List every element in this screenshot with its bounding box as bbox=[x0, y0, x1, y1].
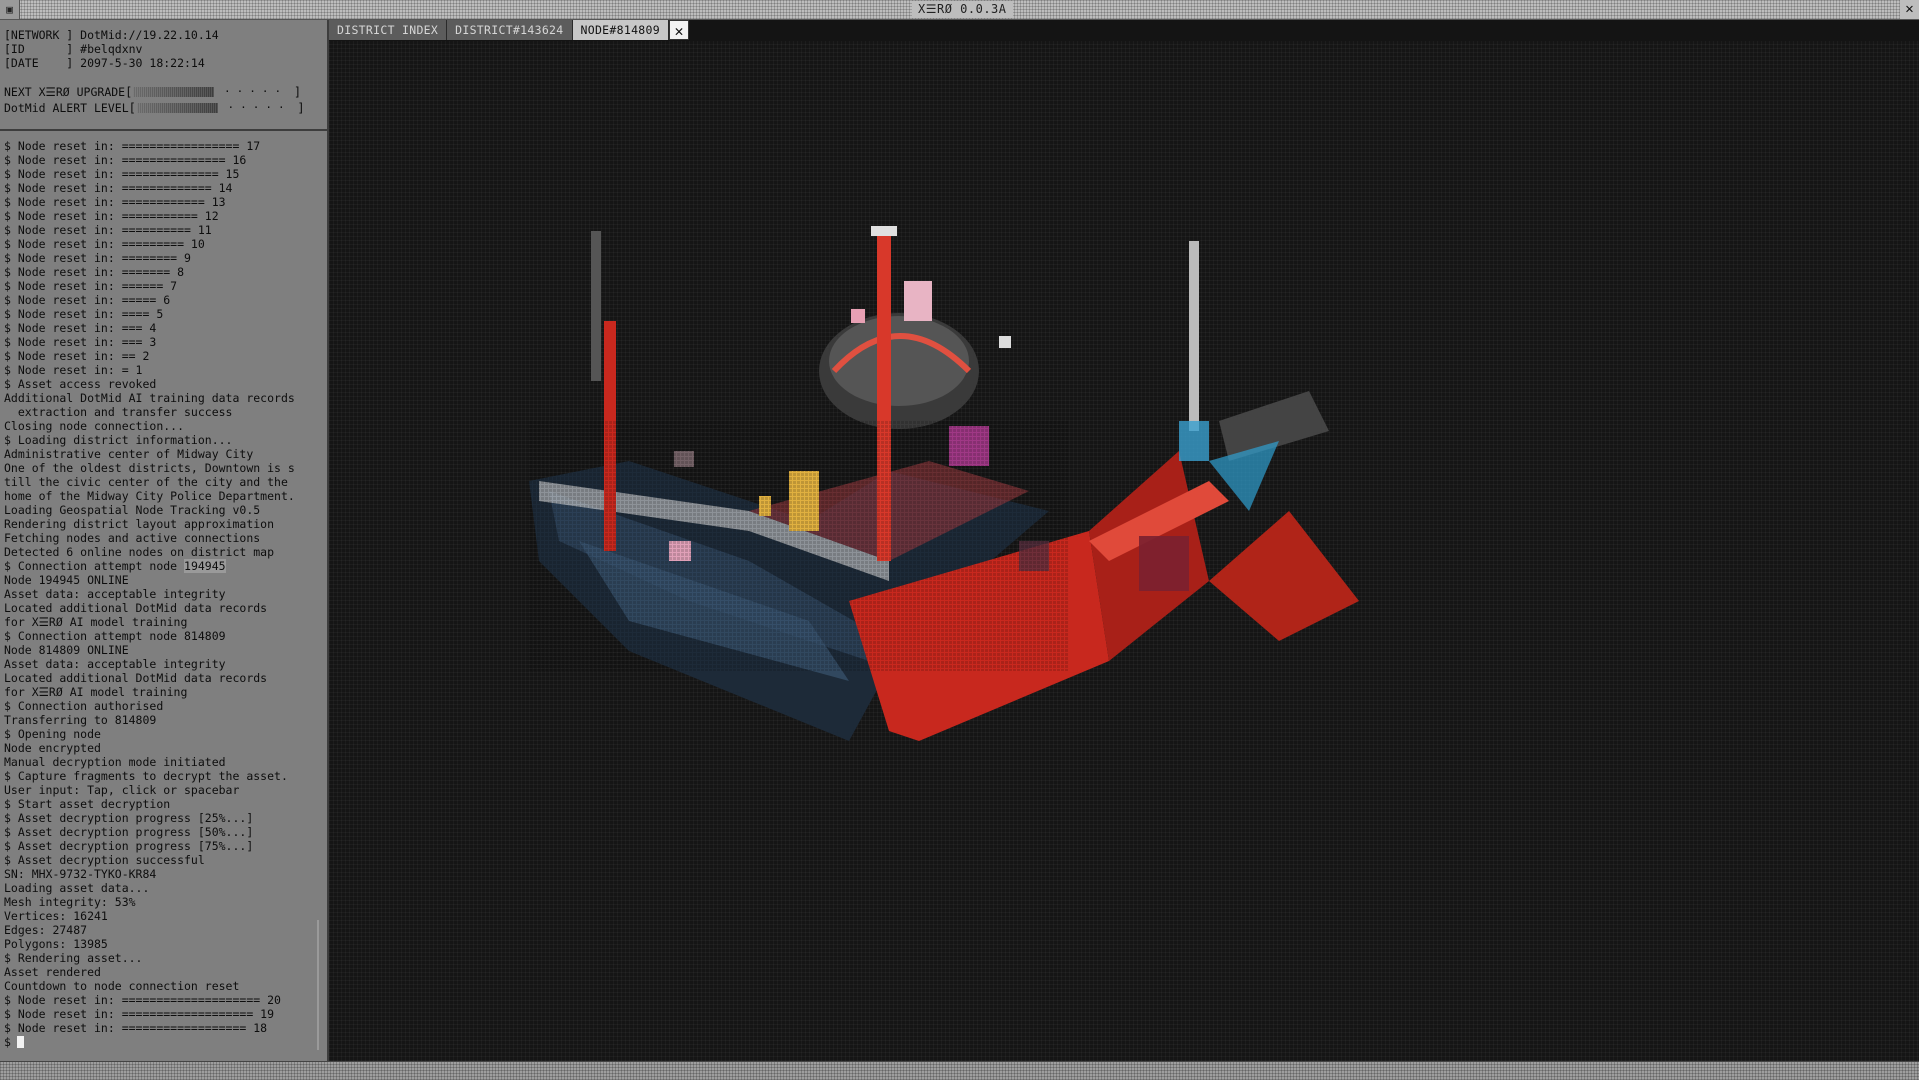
command-prompt[interactable]: $ bbox=[4, 1035, 327, 1049]
log-line: User input: Tap, click or spacebar bbox=[4, 783, 240, 797]
tab-node-814809[interactable]: NODE#814809 bbox=[572, 20, 669, 40]
log-line: Node 194945 ONLINE bbox=[4, 573, 129, 587]
alert-level-fill bbox=[136, 103, 218, 113]
date-readout: [DATE ] 2097-5-30 18:22:14 bbox=[4, 56, 205, 70]
log-line: Countdown to node connection reset bbox=[4, 979, 240, 993]
network-readout: [NETWORK ] DotMid://19.22.10.14 bbox=[4, 28, 219, 42]
log-line: $ Node reset in: ========== 11 bbox=[4, 223, 212, 237]
app-title: X☰RØ 0.0.3A bbox=[912, 1, 1013, 18]
log-line: $ Asset access revoked bbox=[4, 377, 157, 391]
title-bar: ▣ X☰RØ 0.0.3A ✕ bbox=[0, 0, 1919, 20]
log-line: $ Node reset in: ========= 10 bbox=[4, 237, 205, 251]
log-line: $ Asset decryption progress [50%...] bbox=[4, 825, 254, 839]
tab-district-index[interactable]: DISTRICT INDEX bbox=[329, 20, 448, 40]
log-line: Polygons: 13985 bbox=[4, 937, 108, 951]
log-line: Located additional DotMid data records bbox=[4, 601, 268, 615]
status-footer bbox=[0, 1061, 1919, 1080]
log-line: Edges: 27487 bbox=[4, 923, 88, 937]
log-line: Transferring to 814809 bbox=[4, 713, 157, 727]
log-line: Additional DotMid AI training data recor… bbox=[4, 391, 295, 405]
upgrade-meter-row: NEXT X☰RØ UPGRADE [ ····· ] bbox=[4, 84, 327, 100]
log-line: Loading asset data... bbox=[4, 881, 150, 895]
log-line: Loading Geospatial Node Tracking v0.5 bbox=[4, 503, 261, 517]
log-line: for X☰RØ AI model training bbox=[4, 685, 188, 699]
window-close-icon[interactable]: ✕ bbox=[1900, 0, 1919, 19]
log-line: $ Node reset in: ================== 18 bbox=[4, 1021, 268, 1035]
alert-label: DotMid ALERT LEVEL bbox=[4, 101, 129, 115]
text-cursor bbox=[16, 1036, 24, 1048]
log-line: $ Capture fragments to decrypt the asset… bbox=[4, 769, 288, 783]
log-line: Vertices: 16241 bbox=[4, 909, 108, 923]
close-tab-icon[interactable]: ✕ bbox=[668, 20, 689, 40]
log-line: $ Node reset in: =================== 19 bbox=[4, 1007, 275, 1021]
log-line: Located additional DotMid data records bbox=[4, 671, 268, 685]
terminal-log: $ Node reset in: ================= 17 $ N… bbox=[0, 131, 327, 1049]
log-line: $ Node reset in: ======= 8 bbox=[4, 265, 185, 279]
log-line: for X☰RØ AI model training bbox=[4, 615, 188, 629]
log-line: $ Node reset in: == 2 bbox=[4, 349, 150, 363]
log-line: $ Node reset in: = 1 bbox=[4, 363, 143, 377]
upgrade-progress-bar: [ ····· ] bbox=[125, 85, 302, 99]
log-line: One of the oldest districts, Downtown is… bbox=[4, 461, 295, 475]
building-render bbox=[529, 226, 1359, 741]
log-line: extraction and transfer success bbox=[4, 405, 233, 419]
log-line: $ Node reset in: === 4 bbox=[4, 321, 157, 335]
alert-meter-row: DotMid ALERT LEVEL [ ····· ] bbox=[4, 100, 327, 116]
log-line: $ Node reset in: =========== 12 bbox=[4, 209, 219, 223]
log-line: $ Start asset decryption bbox=[4, 797, 171, 811]
log-line: $ Loading district information... bbox=[4, 433, 233, 447]
log-line: $ Node reset in: ============ 13 bbox=[4, 195, 226, 209]
tab-district-143624[interactable]: DISTRICT#143624 bbox=[447, 20, 573, 40]
log-line: Closing node connection... bbox=[4, 419, 185, 433]
log-line: $ Node reset in: ======== 9 bbox=[4, 251, 191, 265]
log-line: $ Asset decryption progress [25%...] bbox=[4, 811, 254, 825]
log-line: Asset data: acceptable integrity bbox=[4, 587, 226, 601]
log-line: Manual decryption mode initiated bbox=[4, 755, 226, 769]
upgrade-label: NEXT X☰RØ UPGRADE bbox=[4, 85, 126, 99]
session-info: [NETWORK ] DotMid://19.22.10.14 [ID ] #b… bbox=[0, 20, 327, 125]
log-line: $ Asset decryption progress [75%...] bbox=[4, 839, 254, 853]
terminal-sidebar: [NETWORK ] DotMid://19.22.10.14 [ID ] #b… bbox=[0, 20, 329, 1061]
log-line: $ Node reset in: ==================== 20 bbox=[4, 993, 281, 1007]
asset-viewport[interactable] bbox=[329, 41, 1919, 1061]
log-line: $ Connection authorised bbox=[4, 699, 164, 713]
log-line: $ Opening node bbox=[4, 727, 101, 741]
upgrade-progress-fill bbox=[133, 87, 215, 97]
log-line: $ Connection attempt node 814809 bbox=[4, 629, 226, 643]
log-scrollbar[interactable] bbox=[317, 920, 319, 1050]
log-line: Rendering district layout approximation bbox=[4, 517, 275, 531]
log-line: $ Node reset in: ====== 7 bbox=[4, 279, 178, 293]
log-line: Fetching nodes and active connections bbox=[4, 531, 261, 545]
highlighted-node-id[interactable]: 194945 bbox=[184, 559, 226, 573]
log-line: $ Node reset in: ==== 5 bbox=[4, 307, 164, 321]
log-line: SN: MHX-9732-TYKO-KR84 bbox=[4, 867, 157, 881]
log-line: Detected 6 online nodes on district map bbox=[4, 545, 275, 559]
prompt-symbol: $ bbox=[4, 1035, 11, 1049]
alert-level-bar: [ ····· ] bbox=[128, 101, 305, 115]
log-line: Asset rendered bbox=[4, 965, 101, 979]
log-line: $ Node reset in: ===== 6 bbox=[4, 293, 171, 307]
log-line: $ Rendering asset... bbox=[4, 951, 143, 965]
tab-bar: DISTRICT INDEX DISTRICT#143624 NODE#814809… bbox=[329, 20, 689, 41]
log-line: $ Asset decryption successful bbox=[4, 853, 205, 867]
log-line: home of the Midway City Police Departmen… bbox=[4, 489, 295, 503]
log-line: $ Connection attempt node 194945 bbox=[4, 559, 226, 573]
log-line: till the civic center of the city and th… bbox=[4, 475, 288, 489]
log-line: $ Node reset in: === 3 bbox=[4, 335, 157, 349]
log-line: Mesh integrity: 53% bbox=[4, 895, 136, 909]
log-line: Node encrypted bbox=[4, 741, 101, 755]
asset-render[interactable] bbox=[329, 41, 1919, 1061]
window-menu-icon[interactable]: ▣ bbox=[0, 0, 20, 19]
log-line: Node 814809 ONLINE bbox=[4, 643, 129, 657]
log-line: Administrative center of Midway City bbox=[4, 447, 254, 461]
id-readout: [ID ] #belqdxnv bbox=[4, 42, 143, 56]
log-line: Asset data: acceptable integrity bbox=[4, 657, 226, 671]
